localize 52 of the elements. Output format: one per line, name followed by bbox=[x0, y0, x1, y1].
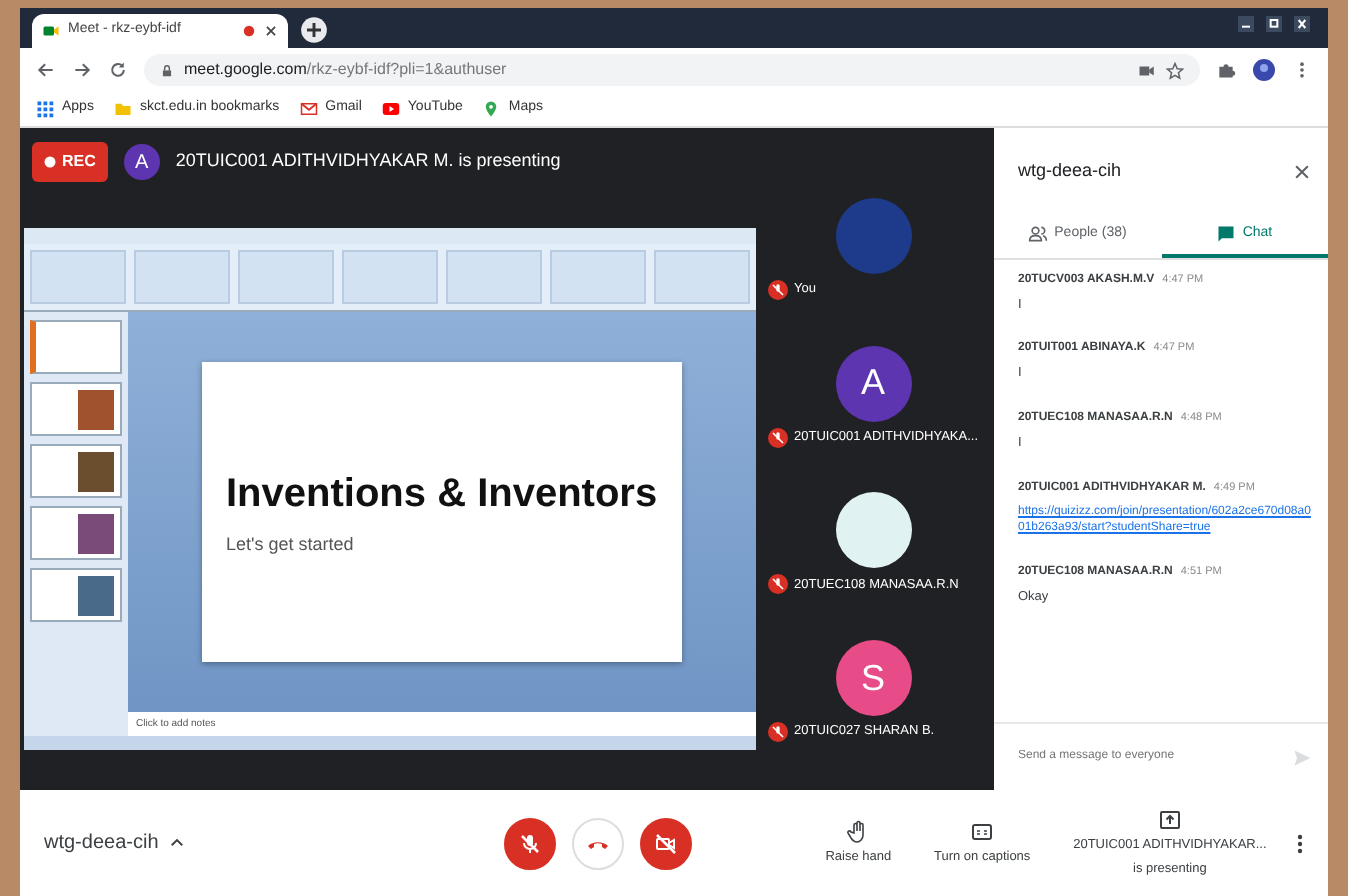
profile-avatar-icon[interactable] bbox=[1252, 58, 1276, 82]
presenting-text: 20TUIC001 ADITHVIDHYAKAR M. is presenting bbox=[175, 148, 561, 175]
camera-off-icon bbox=[654, 831, 678, 855]
address-bar[interactable]: meet.google.com/rkz-eybf-idf?pli=1&authuser bbox=[144, 54, 1200, 86]
reload-icon[interactable] bbox=[108, 60, 128, 80]
microphone-off-icon bbox=[518, 831, 542, 855]
star-icon[interactable] bbox=[1166, 61, 1184, 79]
avatar-photo-placeholder bbox=[835, 492, 911, 569]
people-icon bbox=[1028, 224, 1049, 245]
close-icon[interactable] bbox=[1292, 162, 1312, 182]
recording-badge: REC bbox=[32, 142, 108, 182]
meeting-code: wtg-deea-cih bbox=[44, 830, 159, 858]
photo-placeholder bbox=[78, 575, 114, 615]
presenter-avatar: A bbox=[123, 144, 160, 180]
puzzle-piece-icon[interactable] bbox=[1216, 60, 1236, 80]
slide-thumbnail[interactable] bbox=[30, 320, 122, 374]
slide-title: Inventions & Inventors bbox=[226, 470, 660, 521]
play-button-icon bbox=[381, 100, 400, 118]
url-text: meet.google.com/rkz-eybf-idf?pli=1&authuser bbox=[184, 58, 507, 82]
photo-placeholder bbox=[78, 389, 114, 429]
new-tab-icon[interactable] bbox=[300, 16, 328, 44]
present-screen-icon bbox=[1157, 807, 1182, 832]
chevron-up-icon[interactable] bbox=[168, 834, 187, 852]
slide-thumbnail[interactable] bbox=[30, 506, 122, 560]
slide-thumbnail[interactable] bbox=[30, 382, 122, 436]
maximize-icon[interactable] bbox=[1264, 16, 1284, 32]
mic-button[interactable] bbox=[504, 817, 556, 869]
lock-icon bbox=[160, 63, 174, 77]
recording-dot-icon bbox=[44, 156, 56, 168]
photo-placeholder bbox=[78, 513, 114, 553]
avatar-photo-placeholder bbox=[835, 197, 911, 274]
map-pin-icon bbox=[482, 100, 501, 118]
folder-icon bbox=[113, 100, 132, 118]
video-camera-icon bbox=[42, 22, 60, 40]
camera-button[interactable] bbox=[640, 817, 692, 869]
close-icon[interactable] bbox=[264, 24, 278, 38]
slide-thumbnail[interactable] bbox=[30, 444, 122, 498]
video-camera-icon[interactable] bbox=[1138, 61, 1156, 79]
captions-icon bbox=[970, 819, 995, 844]
slide-thumbnail[interactable] bbox=[30, 568, 122, 622]
forward-arrow-icon[interactable] bbox=[72, 60, 92, 80]
avatar: A bbox=[835, 345, 911, 422]
minimize-icon[interactable] bbox=[1236, 16, 1256, 32]
apps-grid-icon bbox=[36, 100, 54, 118]
envelope-icon bbox=[299, 100, 318, 118]
chat-bubble-icon bbox=[1216, 224, 1237, 245]
slide-subtitle: Let's get started bbox=[226, 532, 356, 559]
photo-placeholder bbox=[78, 451, 114, 491]
panel-title: wtg-deea-cih bbox=[1018, 158, 1122, 185]
back-arrow-icon[interactable] bbox=[36, 60, 56, 80]
avatar: S bbox=[835, 640, 911, 717]
close-icon[interactable] bbox=[1292, 16, 1312, 32]
